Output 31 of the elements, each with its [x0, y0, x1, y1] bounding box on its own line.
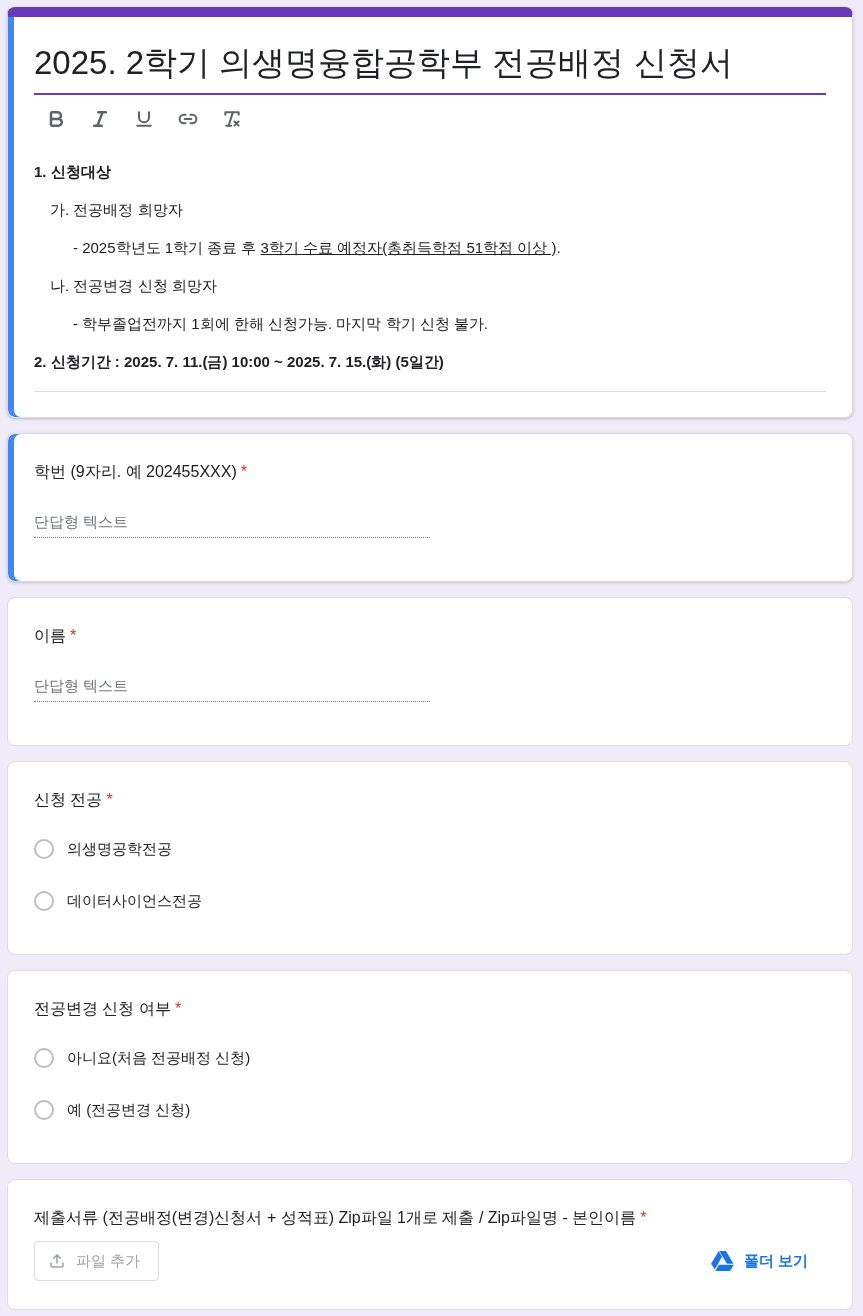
required-asterisk: * — [640, 1208, 647, 1228]
radio-button[interactable] — [34, 839, 54, 859]
underline-icon[interactable] — [134, 109, 154, 129]
option-label: 아니요(처음 전공배정 신청) — [67, 1048, 251, 1068]
radio-button[interactable] — [34, 1100, 54, 1120]
question-title: 신청 전공 — [34, 790, 103, 810]
question-title: 학번 (9자리. 예 202455XXX) — [34, 462, 237, 482]
upload-icon — [49, 1253, 65, 1269]
form-title-field[interactable]: 2025. 2학기 의생명융합공학부 전공배정 신청서 — [34, 41, 826, 95]
detail-text: - 학부졸업전까지 1회에 한해 신청가능. 마지막 학기 신청 불가. — [72, 314, 489, 334]
list-item-text: 가. 전공배정 희망자 — [49, 200, 184, 220]
radio-button[interactable] — [34, 1048, 54, 1068]
option-label: 의생명공학전공 — [67, 839, 172, 859]
view-folder-link[interactable]: 폴더 보기 — [698, 1243, 826, 1279]
option-label: 데이터사이언스전공 — [67, 891, 202, 911]
required-asterisk: * — [106, 790, 113, 810]
section-heading: 2. 신청기간 : 2025. 7. 11.(금) 10:00 ~ 2025. 7. 15.(화) (5일간) — [34, 352, 445, 372]
list-item-text: 나. 전공변경 신청 희망자 — [49, 276, 218, 296]
radio-button[interactable] — [34, 891, 54, 911]
option-label: 예 (전공변경 신청) — [67, 1100, 191, 1120]
required-asterisk: * — [70, 626, 77, 646]
section-heading: 1. 신청대상 — [34, 162, 112, 182]
question-title: 제출서류 (전공배정(변경)신청서 + 성적표) Zip파일 1개로 제출 / Zip파일명 - 본인이름 — [34, 1208, 637, 1228]
question-title: 이름 — [34, 626, 66, 646]
question-title: 전공변경 신청 여부 — [34, 999, 171, 1019]
italic-icon[interactable] — [90, 109, 110, 129]
required-asterisk: * — [240, 462, 247, 482]
clear-formatting-icon[interactable] — [222, 109, 242, 129]
triangle-logo-icon — [710, 1251, 734, 1271]
detail-text: - 2025학년도 1학기 종료 후 3학기 수료 예정자(총취득학점 51학점 이상 ). — [72, 238, 562, 258]
required-asterisk: * — [174, 999, 182, 1019]
